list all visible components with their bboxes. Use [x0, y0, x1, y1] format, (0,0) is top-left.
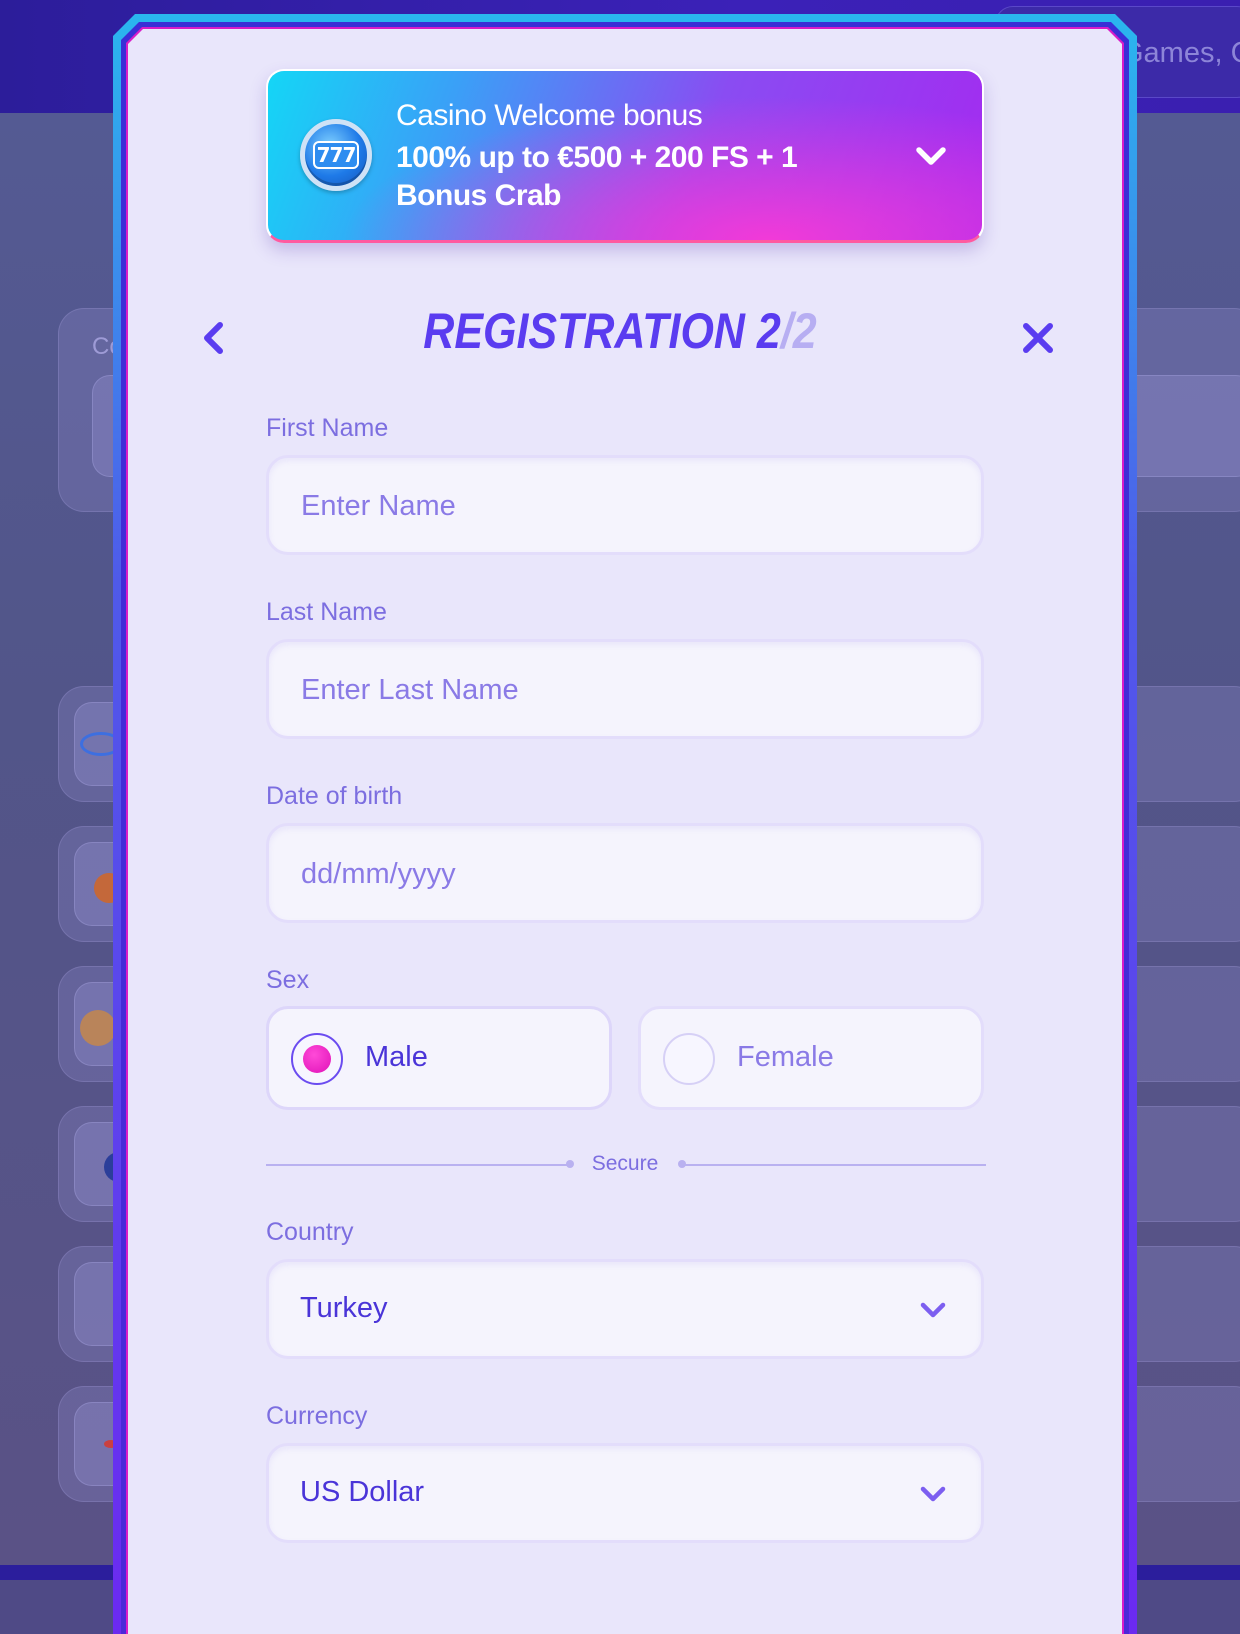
registration-title: REGISTRATION 2/2 — [87, 302, 1153, 360]
currency-label: Currency — [266, 1402, 368, 1430]
sex-option-label: Male — [365, 1041, 428, 1073]
divider-line-right — [682, 1164, 986, 1166]
dogecoin-icon — [80, 1010, 116, 1046]
first-name-input[interactable] — [299, 458, 943, 554]
radio-unselected-icon[interactable] — [663, 1033, 715, 1085]
sex-label: Sex — [266, 966, 310, 994]
sex-option-female[interactable]: Female — [638, 1006, 984, 1110]
currency-selected-value: US Dollar — [300, 1476, 425, 1508]
first-name-label: First Name — [266, 414, 389, 442]
sex-option-male[interactable]: Male — [266, 1006, 612, 1110]
bonus-offer: 100% up to €500 + 200 FS + 1 Bonus Crab — [396, 141, 798, 212]
registration-title-separator: / — [780, 303, 793, 359]
secure-divider-label: Secure — [591, 1152, 659, 1175]
country-selected-value: Turkey — [300, 1292, 388, 1324]
slot-777-icon-text: 777 — [312, 141, 360, 169]
country-select[interactable]: Turkey — [266, 1259, 984, 1359]
country-label: Country — [266, 1218, 354, 1246]
chevron-down-icon[interactable] — [919, 1300, 947, 1320]
first-name-field — [266, 455, 984, 555]
registration-title-step: REGISTRATION 2 — [423, 303, 781, 359]
dob-input[interactable] — [299, 826, 943, 922]
dob-field — [266, 823, 984, 923]
sex-option-label: Female — [737, 1041, 834, 1073]
bonus-title: Casino Welcome bonus — [396, 99, 703, 132]
welcome-bonus-selector[interactable]: 777 Casino Welcome bonus 100% up to €500… — [266, 69, 984, 243]
chevron-down-icon[interactable] — [919, 1484, 947, 1504]
close-icon[interactable] — [1020, 320, 1056, 356]
last-name-label: Last Name — [266, 598, 387, 626]
dob-label: Date of birth — [266, 782, 403, 810]
currency-select[interactable]: US Dollar — [266, 1443, 984, 1543]
radio-selected-icon[interactable] — [291, 1033, 343, 1085]
last-name-field — [266, 639, 984, 739]
slot-777-icon: 777 — [300, 119, 372, 191]
last-name-input[interactable] — [299, 642, 943, 738]
registration-title-total: 2 — [792, 303, 817, 359]
chevron-down-icon[interactable] — [914, 139, 948, 173]
